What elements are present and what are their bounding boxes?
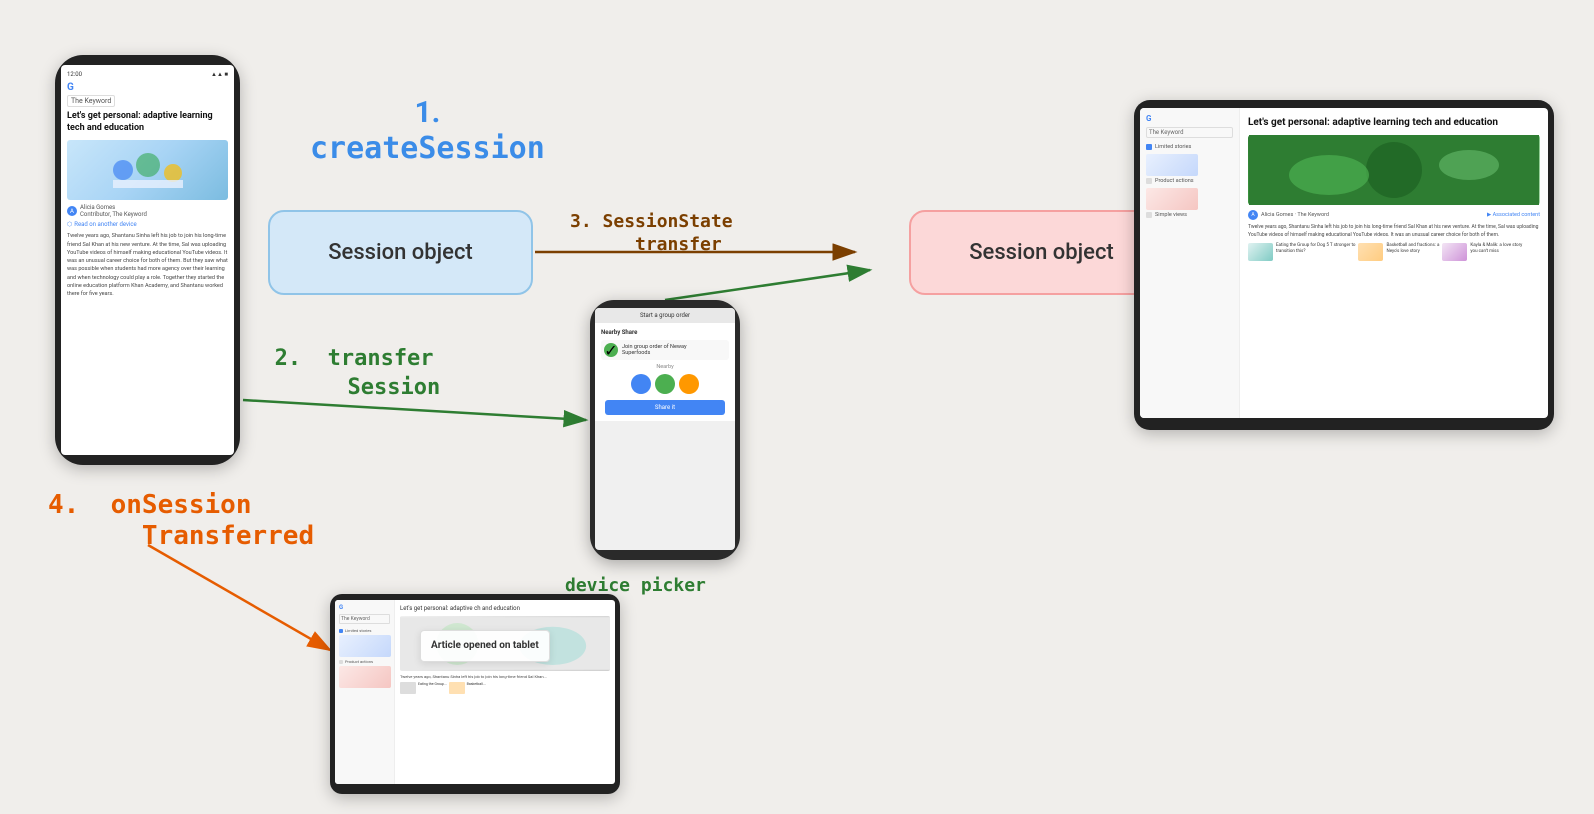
tc-thumb-img-3	[1442, 243, 1467, 261]
pm-avatar-1	[631, 374, 651, 394]
tb-logo: G	[339, 604, 390, 611]
tc-body: Twelve years ago, Shantanu Sinha left hi…	[1248, 223, 1540, 239]
t-nav-item-2: Product actions	[1146, 178, 1233, 184]
tb-thumb-text-2: Basketball...	[467, 682, 486, 687]
tc-thumb-item-2: Basketball and fractions: aNeyo's love s…	[1358, 243, 1439, 261]
pm-device-icon: ✓	[604, 343, 618, 357]
tc-thumb-text-1: Eating the Group for Dog 5 T stronger to…	[1276, 243, 1355, 256]
session-label-left: Session object	[328, 240, 473, 265]
phone-left: 12:00 ▲▲ ■ G The Keyword Let's get perso…	[55, 55, 240, 465]
phone-signal: ▲▲ ■	[211, 71, 228, 78]
t-site: The Keyword	[1146, 127, 1233, 138]
article-body: Twelve years ago, Shantanu Sinha left hi…	[67, 232, 228, 298]
step1-number: 1.	[310, 95, 545, 131]
pm-device-item: ✓ Join group order of NewaySuperfoods	[601, 340, 729, 360]
article-image	[67, 140, 228, 200]
diagram-container: 12:00 ▲▲ ■ G The Keyword Let's get perso…	[0, 0, 1594, 814]
tablet-right: G The Keyword Limited stories Product ac…	[1134, 100, 1554, 430]
author-text: Alicia Gomes Contributor, The Keyword	[80, 204, 147, 218]
tb-site: The Keyword	[339, 614, 390, 624]
pm-avatar-2	[655, 374, 675, 394]
tb-thumb-img-1	[400, 682, 416, 694]
site-name: The Keyword	[67, 95, 115, 107]
tb-nav-text-2: Product actions	[345, 659, 373, 664]
step4-label: 4. onSession Transferred	[48, 490, 314, 552]
device-picker-label: device picker	[565, 575, 706, 596]
t-nav-item-3: Simple views	[1146, 212, 1233, 218]
tc-thumb-img-2	[1358, 243, 1383, 261]
tb-nav-item-2: Product actions	[339, 659, 390, 664]
tb-sidebar: G The Keyword Limited stories Product ac…	[335, 600, 395, 784]
article-title: Let's get personal: adaptive learning te…	[67, 111, 228, 134]
tc-thumb-text-3: Kayla & Malik: a love storyyou can't mis…	[1470, 243, 1522, 256]
t-nav-item-1: Limited stories	[1146, 144, 1233, 150]
tb-thumb-2	[339, 666, 391, 688]
tc-thumb-img-1	[1248, 243, 1273, 261]
author-info: A Alicia Gomes Contributor, The Keyword	[67, 204, 228, 218]
t-nav-text-2: Product actions	[1155, 178, 1194, 184]
avatar: A	[67, 206, 77, 216]
tb-thumb-item-2: Basketball...	[449, 682, 486, 694]
tc-thumb-item-1: Eating the Group for Dog 5 T stronger to…	[1248, 243, 1355, 261]
phone-time: 12:00	[67, 71, 82, 78]
read-on-another-btn[interactable]: ⬡ Read on another device	[67, 221, 228, 228]
tablet-sidebar: G The Keyword Limited stories Product ac…	[1140, 108, 1240, 418]
tb-nav-dot-2	[339, 660, 343, 664]
tb-thumb-img-2	[449, 682, 465, 694]
tc-title: Let's get personal: adaptive learning te…	[1248, 116, 1540, 129]
t-nav-dot-2	[1146, 178, 1152, 184]
tb-title: Let's get personal: adaptive ch and educ…	[400, 605, 610, 613]
t-logo: G	[1146, 114, 1233, 123]
t-nav-text-1: Limited stories	[1155, 144, 1191, 150]
tb-thumb-row: Eating the Group... Basketball...	[400, 682, 610, 694]
t-thumb-2	[1146, 188, 1198, 210]
step3-label: 3. SessionState transfer	[570, 210, 733, 257]
tablet-bottom: G The Keyword Limited stories Product ac…	[330, 594, 620, 794]
t-nav-dot-3	[1146, 212, 1152, 218]
step1-action: createSession	[310, 131, 545, 167]
phone-middle: Start a group order Nearby Share ✓ Join …	[590, 300, 740, 560]
tb-nav-dot-1	[339, 629, 343, 633]
tc-thumb-row: Eating the Group for Dog 5 T stronger to…	[1248, 243, 1540, 261]
pm-nearby-text: Nearby	[601, 364, 729, 370]
tablet-bottom-screen: G The Keyword Limited stories Product ac…	[335, 600, 615, 784]
tablet-right-screen: G The Keyword Limited stories Product ac…	[1140, 108, 1548, 418]
article-opened-label: Article opened on tablet	[420, 630, 550, 662]
tb-body: Twelve years ago, Shantanu Sinha left hi…	[400, 674, 610, 680]
tc-avatar: A	[1248, 210, 1258, 220]
tb-thumb-item-1: Eating the Group...	[400, 682, 447, 694]
t-nav-dot-1	[1146, 144, 1152, 150]
t-thumb-1	[1146, 154, 1198, 176]
tb-thumb-text-1: Eating the Group...	[418, 682, 447, 687]
session-label-right: Session object	[969, 240, 1114, 265]
pm-transfer-btn[interactable]: Share it	[605, 400, 725, 415]
pm-avatars	[601, 374, 729, 394]
tc-thumb-item-3: Kayla & Malik: a love storyyou can't mis…	[1442, 243, 1522, 261]
pm-avatar-3	[679, 374, 699, 394]
step2-label: 2. transfer Session	[268, 345, 440, 402]
pm-header: Start a group order	[595, 308, 735, 323]
google-logo: G	[67, 82, 228, 93]
step3-action: SessionState transfer	[581, 211, 733, 255]
pm-device-text: Join group order of NewaySuperfoods	[622, 344, 687, 356]
tb-nav-item-1: Limited stories	[339, 628, 390, 633]
step3-number: 3.	[570, 211, 603, 232]
tb-nav-text-1: Limited stories	[345, 628, 371, 633]
step1-label: 1. createSession	[310, 95, 545, 167]
t-nav-text-3: Simple views	[1155, 212, 1187, 218]
tc-thumb-text-2: Basketball and fractions: aNeyo's love s…	[1386, 243, 1439, 256]
tc-image	[1248, 135, 1540, 205]
pm-section-title: Nearby Share	[601, 329, 729, 336]
tb-thumb-1	[339, 635, 391, 657]
tablet-content: Let's get personal: adaptive learning te…	[1240, 108, 1548, 418]
session-box-left: Session object	[268, 210, 533, 295]
phone-middle-screen: Start a group order Nearby Share ✓ Join …	[595, 308, 735, 550]
tc-author: A Alicia Gomes · The Keyword ▶ Associate…	[1248, 210, 1540, 220]
tb-content: Let's get personal: adaptive ch and educ…	[395, 600, 615, 784]
